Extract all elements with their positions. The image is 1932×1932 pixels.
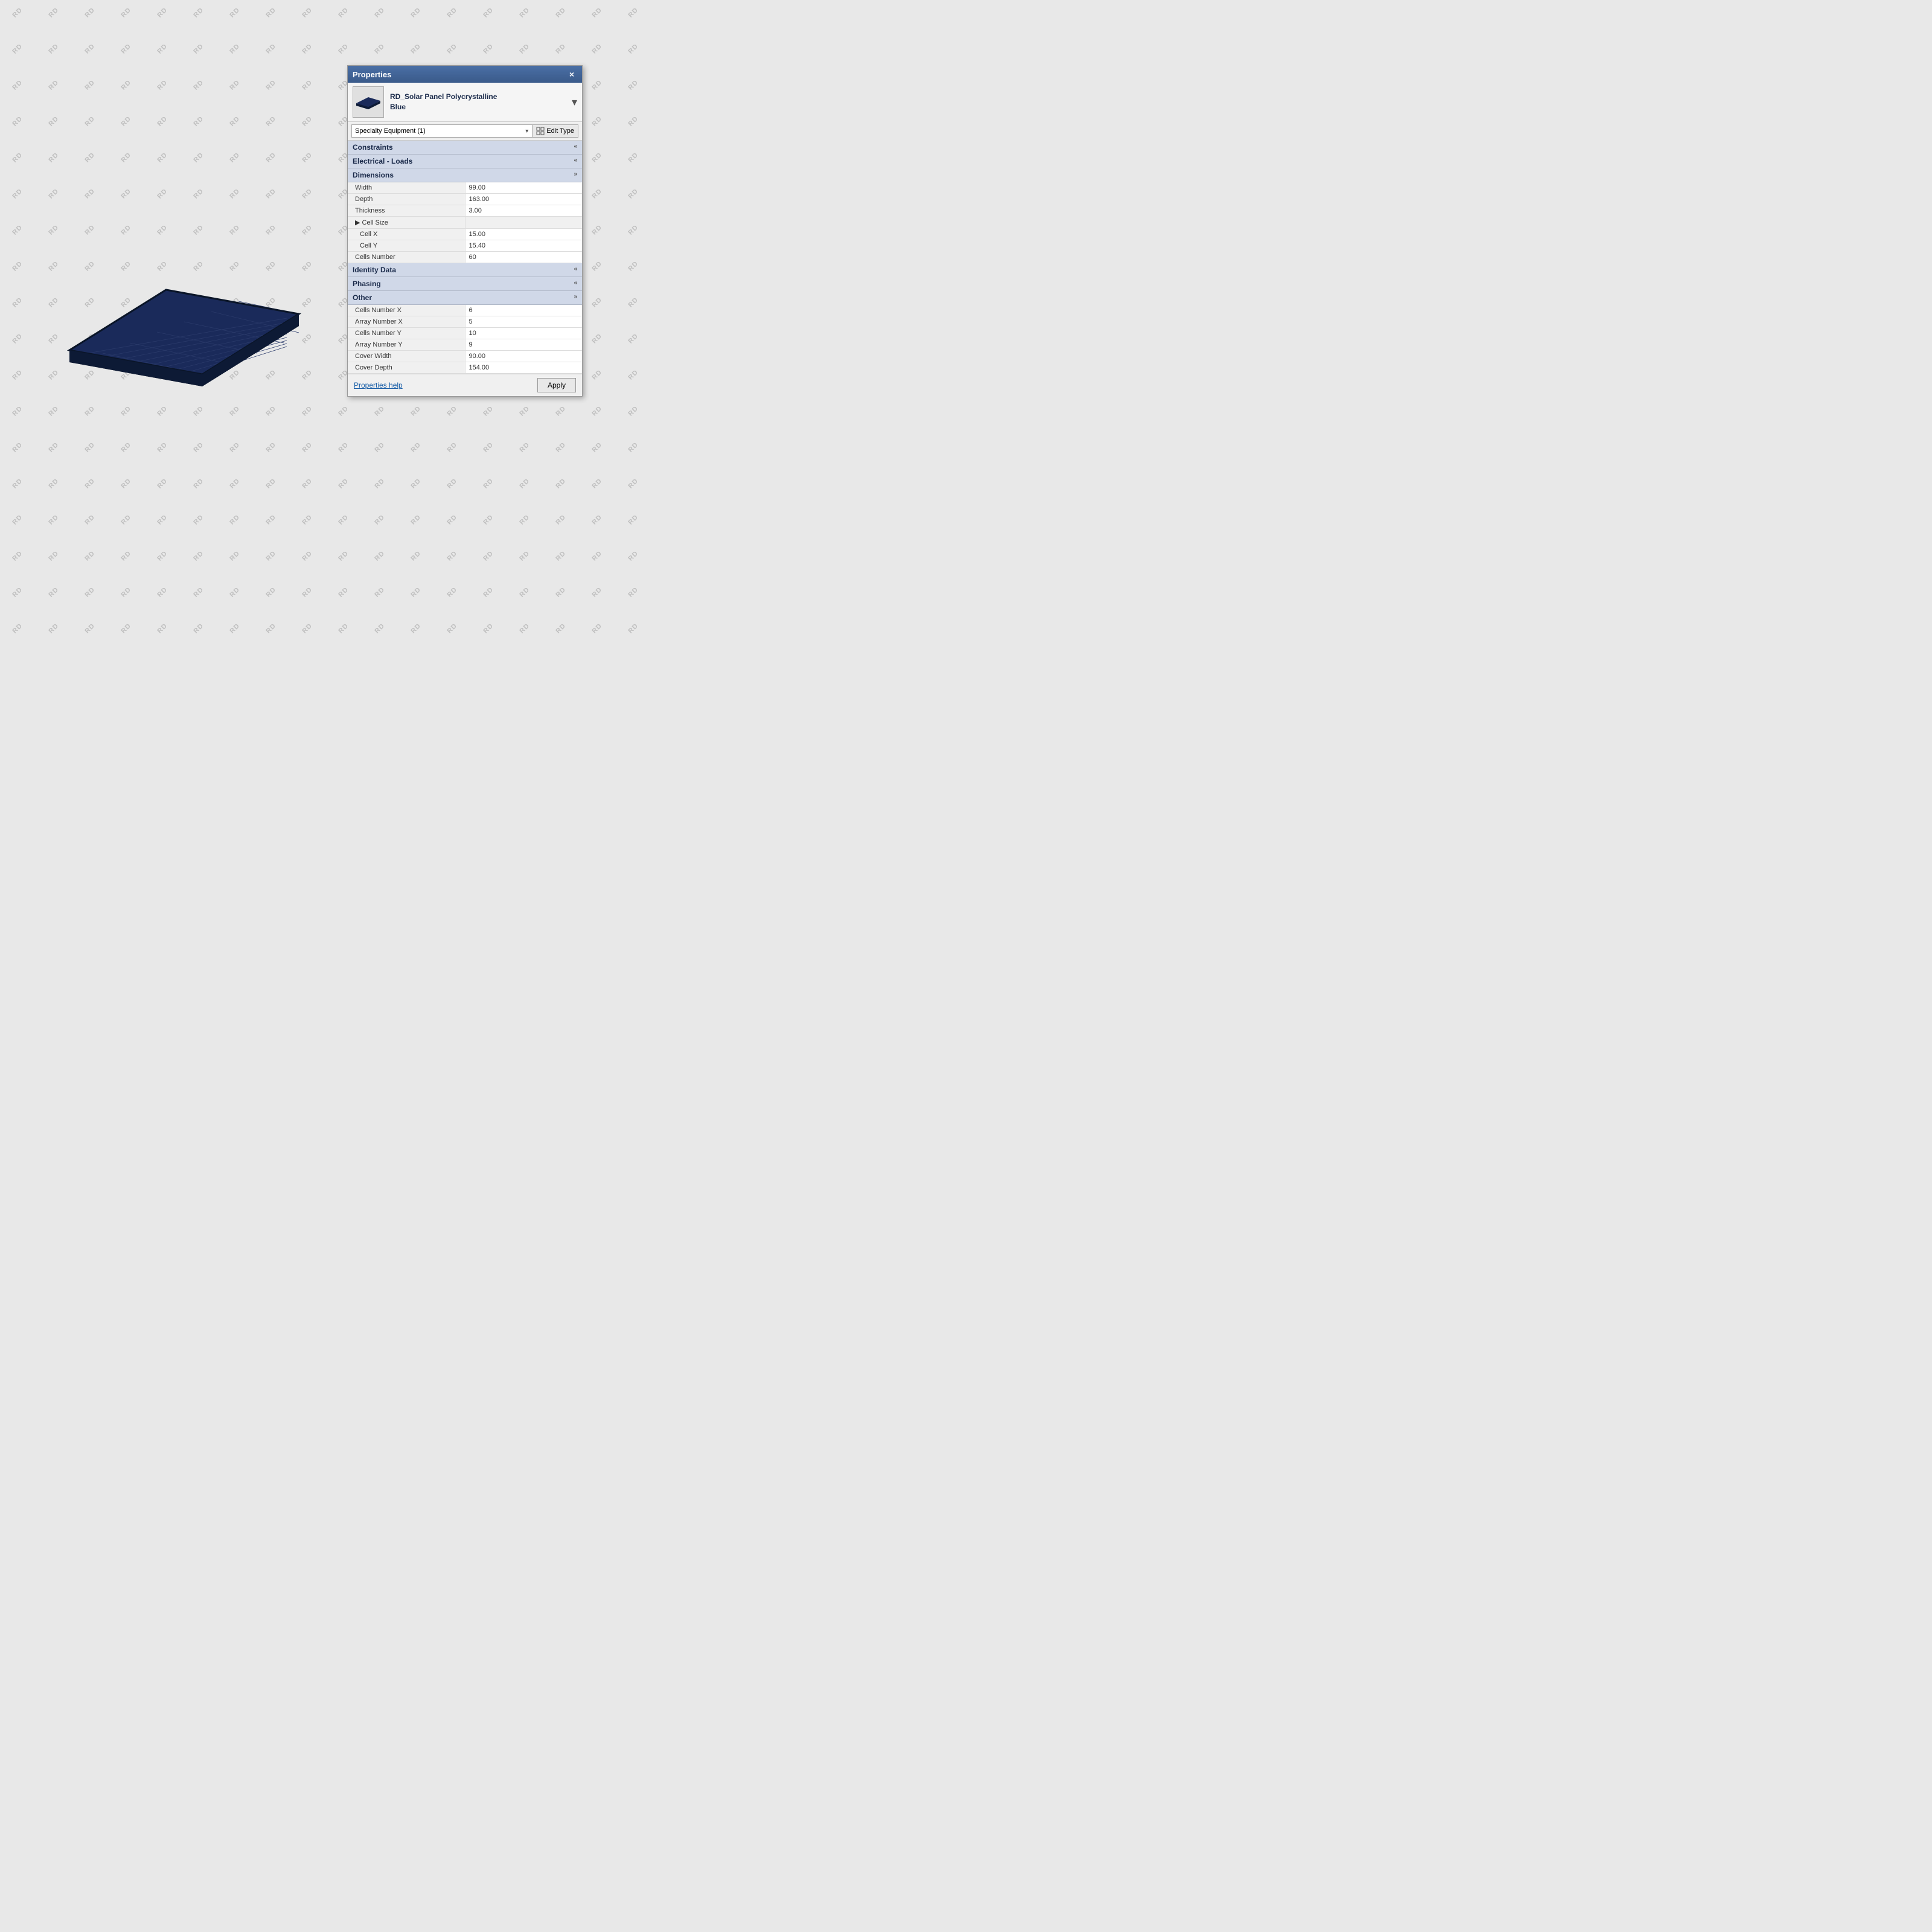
prop-label-dimensions-3: ▶ Cell Size bbox=[348, 217, 465, 229]
prop-label-dimensions-6: Cells Number bbox=[348, 252, 465, 263]
section-expand-other: » bbox=[574, 293, 577, 300]
section-header-electrical_loads[interactable]: Electrical - Loads « bbox=[348, 155, 582, 168]
prop-row-dimensions-0: Width99.00 bbox=[348, 182, 582, 194]
prop-value-other-4[interactable]: 90.00 bbox=[465, 351, 582, 362]
prop-label-other-4: Cover Width bbox=[348, 351, 465, 362]
solar-panel-illustration bbox=[45, 229, 311, 400]
prop-label-dimensions-1: Depth bbox=[348, 194, 465, 205]
prop-label-other-2: Cells Number Y bbox=[348, 328, 465, 339]
section-expand-electrical_loads: « bbox=[574, 157, 577, 164]
section-label-identity_data: Identity Data bbox=[353, 266, 396, 274]
prop-row-dimensions-5: Cell Y15.40 bbox=[348, 240, 582, 252]
section-expand-constraints: « bbox=[574, 143, 577, 150]
close-button[interactable]: × bbox=[566, 69, 577, 80]
prop-label-other-1: Array Number X bbox=[348, 316, 465, 328]
prop-label-other-3: Array Number Y bbox=[348, 339, 465, 351]
component-icon bbox=[353, 86, 384, 118]
section-label-other: Other bbox=[353, 293, 372, 302]
apply-button[interactable]: Apply bbox=[537, 378, 576, 392]
prop-row-other-3: Array Number Y9 bbox=[348, 339, 582, 351]
prop-label-other-5: Cover Depth bbox=[348, 362, 465, 374]
section-label-dimensions: Dimensions bbox=[353, 171, 394, 179]
prop-row-dimensions-4: Cell X15.00 bbox=[348, 229, 582, 240]
section-header-identity_data[interactable]: Identity Data « bbox=[348, 263, 582, 277]
prop-row-other-4: Cover Width90.00 bbox=[348, 351, 582, 362]
prop-row-other-0: Cells Number X6 bbox=[348, 305, 582, 316]
category-dropdown[interactable]: Specialty Equipment (1) bbox=[351, 124, 533, 138]
properties-panel: Properties × RD_Solar Panel Polycrystall… bbox=[347, 65, 583, 397]
prop-row-dimensions-2: Thickness3.00 bbox=[348, 205, 582, 217]
prop-value-dimensions-1[interactable]: 163.00 bbox=[465, 194, 582, 205]
prop-row-other-1: Array Number X5 bbox=[348, 316, 582, 328]
edit-type-button[interactable]: Edit Type bbox=[532, 124, 578, 138]
prop-value-dimensions-5[interactable]: 15.40 bbox=[465, 240, 582, 252]
prop-label-other-0: Cells Number X bbox=[348, 305, 465, 316]
section-expand-identity_data: « bbox=[574, 266, 577, 272]
section-header-constraints[interactable]: Constraints « bbox=[348, 141, 582, 155]
prop-value-dimensions-3 bbox=[465, 217, 582, 229]
prop-value-dimensions-4[interactable]: 15.00 bbox=[465, 229, 582, 240]
prop-value-other-1[interactable]: 5 bbox=[465, 316, 582, 328]
prop-value-other-5[interactable]: 154.00 bbox=[465, 362, 582, 374]
prop-value-other-0[interactable]: 6 bbox=[465, 305, 582, 316]
prop-row-other-2: Cells Number Y10 bbox=[348, 328, 582, 339]
header-dropdown-arrow[interactable]: ▾ bbox=[572, 96, 577, 109]
dropdown-row: Specialty Equipment (1) ▾ Edit Type bbox=[348, 122, 582, 141]
prop-label-dimensions-0: Width bbox=[348, 182, 465, 194]
prop-label-dimensions-4: Cell X bbox=[348, 229, 465, 240]
prop-value-other-2[interactable]: 10 bbox=[465, 328, 582, 339]
section-header-phasing[interactable]: Phasing « bbox=[348, 277, 582, 291]
properties-scroll-area[interactable]: Constraints « Electrical - Loads « Dimension… bbox=[348, 141, 582, 374]
section-header-dimensions[interactable]: Dimensions » bbox=[348, 168, 582, 182]
prop-row-other-5: Cover Depth154.00 bbox=[348, 362, 582, 374]
prop-value-dimensions-2[interactable]: 3.00 bbox=[465, 205, 582, 217]
section-expand-phasing: « bbox=[574, 280, 577, 286]
prop-value-other-3[interactable]: 9 bbox=[465, 339, 582, 351]
panel-header: RD_Solar Panel Polycrystalline Blue ▾ bbox=[348, 83, 582, 122]
section-header-other[interactable]: Other » bbox=[348, 291, 582, 305]
section-label-phasing: Phasing bbox=[353, 280, 381, 288]
prop-row-dimensions-1: Depth163.00 bbox=[348, 194, 582, 205]
section-expand-dimensions: » bbox=[574, 171, 577, 178]
prop-row-dimensions-3: ▶ Cell Size bbox=[348, 217, 582, 229]
panel-title: Properties bbox=[353, 70, 391, 79]
properties-help-link[interactable]: Properties help bbox=[354, 381, 403, 389]
section-label-electrical_loads: Electrical - Loads bbox=[353, 157, 412, 165]
edit-type-icon bbox=[536, 127, 545, 135]
prop-row-dimensions-6: Cells Number60 bbox=[348, 252, 582, 263]
prop-value-dimensions-6[interactable]: 60 bbox=[465, 252, 582, 263]
properties-table: Constraints « Electrical - Loads « Dimension… bbox=[348, 141, 582, 374]
prop-value-dimensions-0[interactable]: 99.00 bbox=[465, 182, 582, 194]
panel-titlebar: Properties × bbox=[348, 66, 582, 83]
section-label-constraints: Constraints bbox=[353, 143, 393, 152]
prop-label-dimensions-5: Cell Y bbox=[348, 240, 465, 252]
prop-label-dimensions-2: Thickness bbox=[348, 205, 465, 217]
component-name: RD_Solar Panel Polycrystalline Blue bbox=[390, 92, 497, 112]
panel-footer: Properties help Apply bbox=[348, 374, 582, 396]
